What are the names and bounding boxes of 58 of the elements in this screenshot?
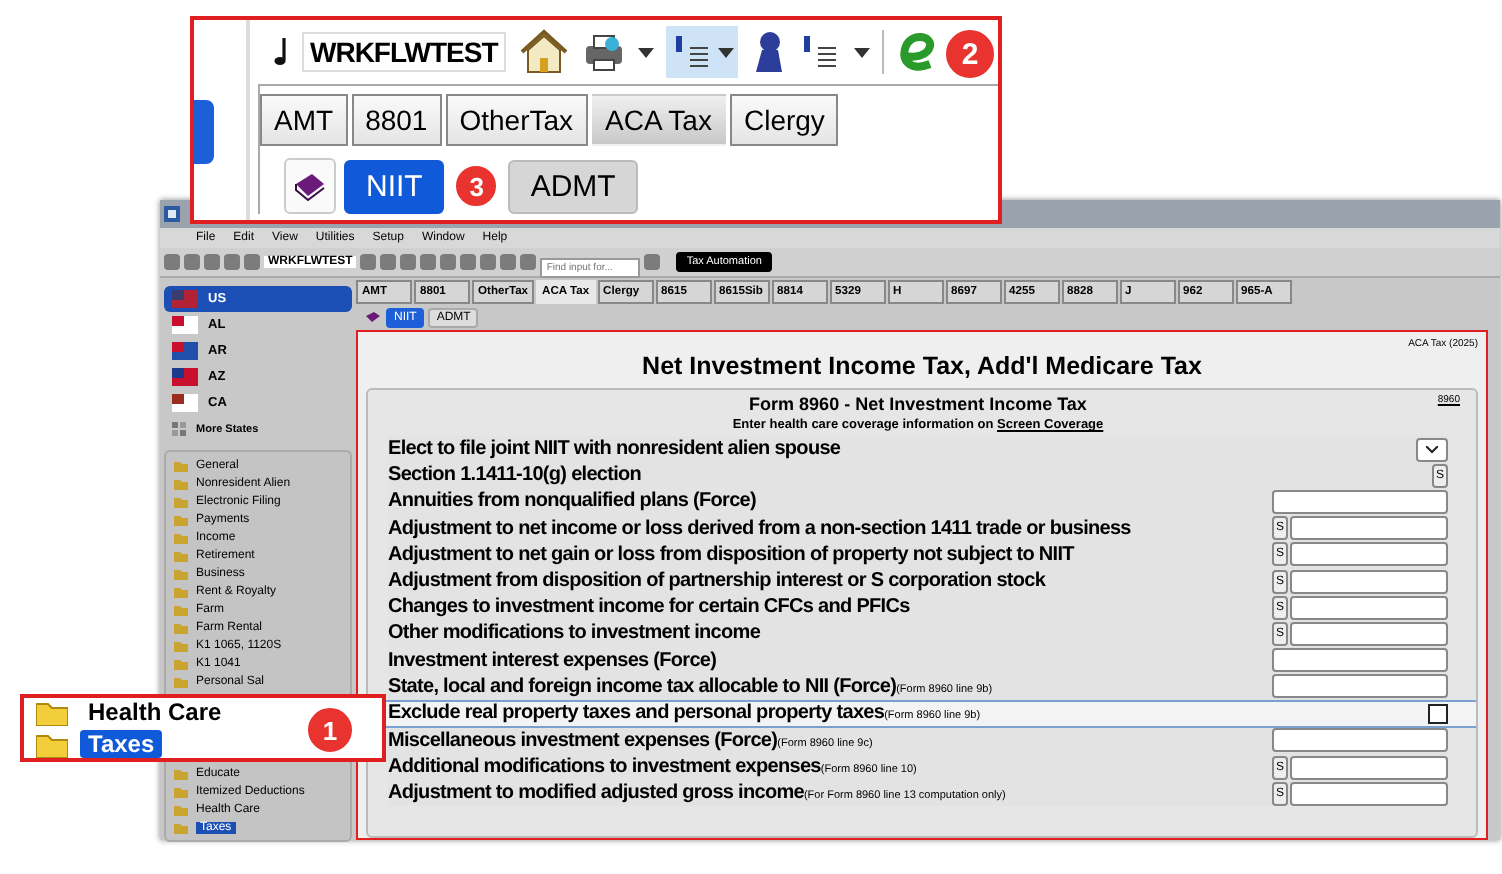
input-field[interactable]	[1272, 648, 1448, 673]
field-label: Adjustment from disposition of partnership interest or S corporation stock	[388, 570, 1046, 593]
flag-icon	[172, 394, 198, 412]
swirl-icon[interactable]	[895, 30, 940, 74]
form-tab[interactable]: Clergy	[729, 94, 839, 146]
app-icon	[164, 206, 180, 222]
flag-icon	[172, 316, 198, 334]
grid-icon	[172, 422, 186, 436]
form-tab[interactable]: ACA Tax	[591, 94, 726, 146]
input-field[interactable]	[1290, 542, 1448, 567]
field-label: Other modifications to investment income	[388, 622, 761, 645]
step-badge: 3	[452, 162, 501, 210]
section-title: Form 8960 - Net Investment Income Tax	[749, 393, 1087, 415]
input-field[interactable]	[1290, 569, 1448, 594]
flag-icon	[172, 342, 198, 360]
field-label: Adjustment to net income or loss derived from a non-section 1411 trade or business	[388, 517, 1131, 540]
input-field[interactable]	[1290, 621, 1448, 646]
folder-icon	[36, 731, 68, 757]
input-field[interactable]	[1272, 489, 1448, 514]
printer-icon[interactable]	[581, 32, 626, 72]
field-label: Elect to file joint NIIT with nonresident alien spouse	[388, 438, 841, 461]
input-field[interactable]	[1290, 755, 1448, 780]
chevron-icon	[1426, 445, 1438, 454]
step-badge: 2	[942, 26, 998, 82]
folder-item[interactable]: Health Care	[36, 698, 230, 726]
field-label: Section 1.1411-10(g) election	[388, 464, 642, 487]
form-tab[interactable]: AMT	[260, 94, 348, 146]
input-field[interactable]	[1272, 674, 1448, 699]
button-edge	[194, 100, 214, 164]
caret-icon[interactable]	[853, 47, 870, 57]
book-icon[interactable]	[364, 309, 382, 325]
dropdown[interactable]	[1416, 437, 1448, 462]
sub-tab[interactable]: ADMT	[508, 159, 638, 213]
step-badge: 1	[304, 704, 356, 756]
book-button[interactable]	[284, 158, 336, 214]
client-selector[interactable]: WRKFLWTEST	[302, 32, 506, 72]
sub-tab[interactable]: NIIT	[344, 159, 445, 213]
input-field[interactable]	[1272, 728, 1448, 753]
input-field[interactable]	[1290, 595, 1448, 620]
field-label: Adjustment to net gain or loss from disposition of property not subject to NIIT	[388, 543, 1074, 566]
checkbox[interactable]	[1428, 703, 1448, 724]
note-icon	[274, 36, 290, 68]
form-title: Net Investment Income Tax, Add'l Medicare Tax	[642, 352, 1202, 380]
home-icon[interactable]	[517, 28, 570, 76]
form-tab[interactable]: 8801	[351, 94, 442, 146]
book-icon	[292, 170, 328, 202]
caret-icon[interactable]	[717, 47, 734, 57]
field-label: Investment interest expenses (Force)	[388, 649, 717, 672]
field-label: Changes to investment income for certain CFCs and PFICs	[388, 596, 910, 619]
flag-icon	[172, 368, 198, 386]
folder-icon	[36, 699, 68, 725]
caret-icon[interactable]	[637, 47, 654, 57]
flag-icon	[172, 290, 198, 308]
field-label: Annuities from nonqualified plans (Force)	[388, 490, 756, 513]
input-field[interactable]	[1290, 781, 1448, 806]
input-field[interactable]	[1290, 516, 1448, 541]
form-tab[interactable]: OtherTax	[445, 94, 588, 146]
toolbar-icon[interactable]	[644, 254, 661, 270]
